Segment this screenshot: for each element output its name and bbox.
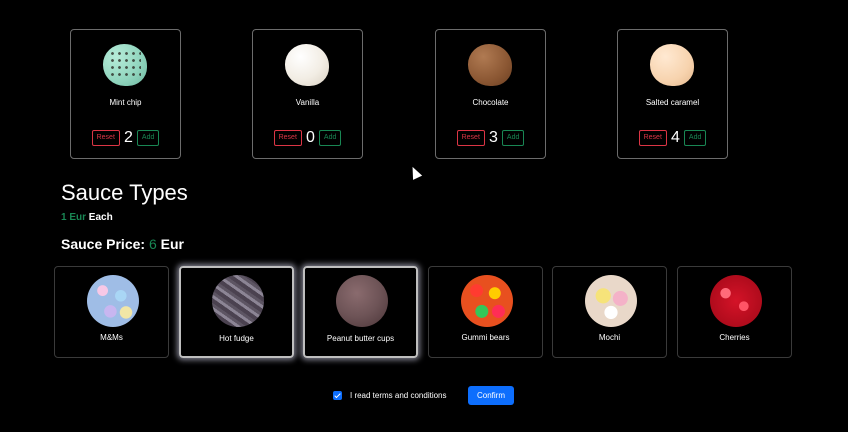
mms-image [87,275,139,327]
sauce-name: Peanut butter cups [326,334,395,343]
reset-button[interactable]: Reset [456,130,485,146]
reset-button[interactable]: Reset [91,130,120,146]
sauce-name: M&Ms [100,333,123,342]
salted-caramel-scoop-image [650,44,694,86]
flavor-card-vanilla: Vanilla Reset 0 Add [252,29,363,159]
flavor-card-chocolate: Chocolate Reset 3 Add [435,29,546,159]
section-title: Sauce Types [61,180,188,205]
mouse-cursor-icon [408,164,423,180]
chocolate-scoop-image [468,44,512,86]
add-button[interactable]: Add [136,130,160,146]
gummi-bears-image [461,275,513,327]
flavor-card-salted-caramel: Salted caramel Reset 4 Add [617,29,728,159]
add-button[interactable]: Add [501,130,525,146]
unit-price: 1 Eur Each [61,212,113,223]
peanut-butter-cups-image [336,275,388,327]
unit-price-suffix: Each [88,212,113,223]
unit-price-value: 1 Eur [61,212,87,223]
flavor-controls: Reset 0 Add [253,130,362,146]
flavor-controls: Reset 3 Add [436,130,545,146]
sauce-card-cherries[interactable]: Cherries [677,266,792,358]
flavor-count: 2 [123,129,133,146]
terms-checkbox[interactable] [333,391,342,400]
reset-button[interactable]: Reset [638,130,667,146]
sauce-name: Gummi bears [461,333,510,342]
sauce-card-mochi[interactable]: Mochi [552,266,667,358]
sauce-price-label: Sauce Price: [61,236,146,252]
reset-button[interactable]: Reset [273,130,302,146]
sauce-name: Hot fudge [219,334,254,343]
terms-row: I read terms and conditions [333,391,447,400]
sauce-price-value: 6 [148,236,157,252]
vanilla-scoop-image [285,44,329,86]
add-button[interactable]: Add [318,130,342,146]
sauce-card-mms[interactable]: M&Ms [54,266,169,358]
confirm-button[interactable]: Confirm [468,386,514,405]
flavor-count: 3 [488,129,498,146]
sauce-name: Cherries [719,333,750,342]
cherries-image [710,275,762,327]
flavor-controls: Reset 2 Add [71,130,180,146]
sauce-card-gummi-bears[interactable]: Gummi bears [428,266,543,358]
sauce-name: Mochi [598,333,621,342]
flavor-name: Mint chip [109,98,142,107]
add-button[interactable]: Add [683,130,707,146]
flavor-card-mint-chip: Mint chip Reset 2 Add [70,29,181,159]
sauce-card-hot-fudge[interactable]: Hot fudge [179,266,294,358]
flavor-controls: Reset 4 Add [618,130,727,146]
sauce-card-peanut-butter-cups[interactable]: Peanut butter cups [303,266,418,358]
flavor-count: 0 [305,129,315,146]
hot-fudge-image [212,275,264,327]
mint-chip-scoop-image [103,44,147,86]
sauce-total-price: Sauce Price: 6 Eur [61,236,184,252]
flavor-name: Salted caramel [645,98,700,107]
sauce-price-unit: Eur [160,236,184,252]
terms-label: I read terms and conditions [350,391,447,400]
flavor-name: Vanilla [295,98,320,107]
flavor-count: 4 [670,129,680,146]
mochi-image [585,275,637,327]
flavor-name: Chocolate [472,98,509,107]
